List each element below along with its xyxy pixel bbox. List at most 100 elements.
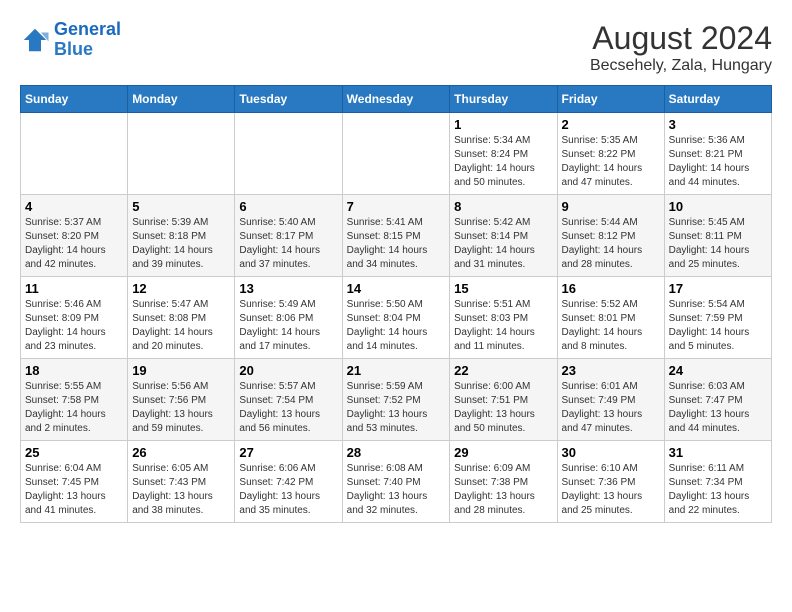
day-info: Sunrise: 6:04 AM Sunset: 7:45 PM Dayligh…	[25, 462, 123, 518]
calendar-cell: 24 Sunrise: 6:03 AM Sunset: 7:47 PM Dayli…	[664, 359, 771, 441]
calendar-cell: 31 Sunrise: 6:11 AM Sunset: 7:34 PM Dayli…	[664, 441, 771, 523]
week-row-2: 4Sunrise: 5:37 AM Sunset: 8:20 PM Daylig…	[21, 195, 772, 277]
day-info: Sunrise: 5:50 AM Sunset: 8:04 PM Dayligh…	[347, 298, 446, 354]
calendar-cell: 4Sunrise: 5:37 AM Sunset: 8:20 PM Daylig…	[21, 195, 128, 277]
calendar-subtitle: Becsehely, Zala, Hungary	[590, 57, 772, 75]
calendar-cell: 1 Sunrise: 5:34 AM Sunset: 8:24 PM Daylig…	[450, 113, 557, 195]
calendar-cell: 15 Sunrise: 5:51 AM Sunset: 8:03 PM Dayli…	[450, 277, 557, 359]
day-info: Sunrise: 5:40 AM Sunset: 8:17 PM Dayligh…	[239, 216, 337, 272]
calendar-cell: 28 Sunrise: 6:08 AM Sunset: 7:40 PM Dayli…	[342, 441, 450, 523]
calendar-cell: 18 Sunrise: 5:55 AM Sunset: 7:58 PM Dayli…	[21, 359, 128, 441]
title-section: August 2024 Becsehely, Zala, Hungary	[590, 20, 772, 75]
calendar-cell: 22 Sunrise: 6:00 AM Sunset: 7:51 PM Dayli…	[450, 359, 557, 441]
day-number: 19	[132, 363, 230, 378]
day-number: 25	[25, 445, 123, 460]
day-header-sunday: Sunday	[21, 86, 128, 113]
day-info: Sunrise: 5:36 AM Sunset: 8:21 PM Dayligh…	[669, 134, 767, 190]
week-row-4: 18 Sunrise: 5:55 AM Sunset: 7:58 PM Dayli…	[21, 359, 772, 441]
calendar-cell: 26 Sunrise: 6:05 AM Sunset: 7:43 PM Dayli…	[128, 441, 235, 523]
day-info: Sunrise: 5:35 AM Sunset: 8:22 PM Dayligh…	[562, 134, 660, 190]
day-info: Sunrise: 5:55 AM Sunset: 7:58 PM Dayligh…	[25, 380, 123, 436]
calendar-cell: 8 Sunrise: 5:42 AM Sunset: 8:14 PM Daylig…	[450, 195, 557, 277]
calendar-cell: 17 Sunrise: 5:54 AM Sunset: 7:59 PM Dayli…	[664, 277, 771, 359]
day-info: Sunrise: 5:49 AM Sunset: 8:06 PM Dayligh…	[239, 298, 337, 354]
day-info: Sunrise: 6:08 AM Sunset: 7:40 PM Dayligh…	[347, 462, 446, 518]
day-number: 27	[239, 445, 337, 460]
day-info: Sunrise: 5:54 AM Sunset: 7:59 PM Dayligh…	[669, 298, 767, 354]
logo-text: General Blue	[54, 20, 121, 60]
day-header-monday: Monday	[128, 86, 235, 113]
calendar-cell: 10Sunrise: 5:45 AM Sunset: 8:11 PM Dayli…	[664, 195, 771, 277]
calendar-cell: 27 Sunrise: 6:06 AM Sunset: 7:42 PM Dayli…	[235, 441, 342, 523]
day-info: Sunrise: 5:34 AM Sunset: 8:24 PM Dayligh…	[454, 134, 552, 190]
week-row-3: 11 Sunrise: 5:46 AM Sunset: 8:09 PM Dayli…	[21, 277, 772, 359]
day-info: Sunrise: 5:44 AM Sunset: 8:12 PM Dayligh…	[562, 216, 660, 272]
days-header-row: SundayMondayTuesdayWednesdayThursdayFrid…	[21, 86, 772, 113]
day-number: 6	[239, 199, 337, 214]
calendar-cell	[342, 113, 450, 195]
calendar-cell: 29Sunrise: 6:09 AM Sunset: 7:38 PM Dayli…	[450, 441, 557, 523]
day-number: 29	[454, 445, 552, 460]
calendar-cell	[235, 113, 342, 195]
day-info: Sunrise: 6:03 AM Sunset: 7:47 PM Dayligh…	[669, 380, 767, 436]
day-info: Sunrise: 6:06 AM Sunset: 7:42 PM Dayligh…	[239, 462, 337, 518]
day-info: Sunrise: 5:51 AM Sunset: 8:03 PM Dayligh…	[454, 298, 552, 354]
day-header-thursday: Thursday	[450, 86, 557, 113]
day-info: Sunrise: 5:42 AM Sunset: 8:14 PM Dayligh…	[454, 216, 552, 272]
day-info: Sunrise: 5:45 AM Sunset: 8:11 PM Dayligh…	[669, 216, 767, 272]
calendar-cell	[128, 113, 235, 195]
calendar-cell: 7 Sunrise: 5:41 AM Sunset: 8:15 PM Daylig…	[342, 195, 450, 277]
day-header-wednesday: Wednesday	[342, 86, 450, 113]
day-info: Sunrise: 6:11 AM Sunset: 7:34 PM Dayligh…	[669, 462, 767, 518]
day-info: Sunrise: 6:00 AM Sunset: 7:51 PM Dayligh…	[454, 380, 552, 436]
day-number: 23	[562, 363, 660, 378]
calendar-cell: 11 Sunrise: 5:46 AM Sunset: 8:09 PM Dayli…	[21, 277, 128, 359]
day-number: 5	[132, 199, 230, 214]
day-number: 7	[347, 199, 446, 214]
day-info: Sunrise: 6:05 AM Sunset: 7:43 PM Dayligh…	[132, 462, 230, 518]
day-info: Sunrise: 6:10 AM Sunset: 7:36 PM Dayligh…	[562, 462, 660, 518]
day-number: 17	[669, 281, 767, 296]
day-header-tuesday: Tuesday	[235, 86, 342, 113]
day-info: Sunrise: 6:01 AM Sunset: 7:49 PM Dayligh…	[562, 380, 660, 436]
day-info: Sunrise: 5:56 AM Sunset: 7:56 PM Dayligh…	[132, 380, 230, 436]
day-info: Sunrise: 5:52 AM Sunset: 8:01 PM Dayligh…	[562, 298, 660, 354]
day-number: 2	[562, 117, 660, 132]
day-number: 13	[239, 281, 337, 296]
calendar-cell: 2 Sunrise: 5:35 AM Sunset: 8:22 PM Daylig…	[557, 113, 664, 195]
day-number: 18	[25, 363, 123, 378]
logo: General Blue	[20, 20, 121, 60]
day-number: 28	[347, 445, 446, 460]
calendar-cell: 30 Sunrise: 6:10 AM Sunset: 7:36 PM Dayli…	[557, 441, 664, 523]
calendar-cell: 3Sunrise: 5:36 AM Sunset: 8:21 PM Daylig…	[664, 113, 771, 195]
calendar-table: SundayMondayTuesdayWednesdayThursdayFrid…	[20, 85, 772, 523]
day-info: Sunrise: 5:47 AM Sunset: 8:08 PM Dayligh…	[132, 298, 230, 354]
day-number: 1	[454, 117, 552, 132]
day-number: 20	[239, 363, 337, 378]
day-number: 15	[454, 281, 552, 296]
day-number: 12	[132, 281, 230, 296]
day-number: 22	[454, 363, 552, 378]
day-number: 30	[562, 445, 660, 460]
week-row-5: 25 Sunrise: 6:04 AM Sunset: 7:45 PM Dayli…	[21, 441, 772, 523]
calendar-cell: 13 Sunrise: 5:49 AM Sunset: 8:06 PM Dayli…	[235, 277, 342, 359]
calendar-cell: 14Sunrise: 5:50 AM Sunset: 8:04 PM Dayli…	[342, 277, 450, 359]
calendar-cell: 21 Sunrise: 5:59 AM Sunset: 7:52 PM Dayli…	[342, 359, 450, 441]
calendar-cell: 16Sunrise: 5:52 AM Sunset: 8:01 PM Dayli…	[557, 277, 664, 359]
calendar-cell: 12 Sunrise: 5:47 AM Sunset: 8:08 PM Dayli…	[128, 277, 235, 359]
day-number: 9	[562, 199, 660, 214]
calendar-cell: 5Sunrise: 5:39 AM Sunset: 8:18 PM Daylig…	[128, 195, 235, 277]
day-info: Sunrise: 5:46 AM Sunset: 8:09 PM Dayligh…	[25, 298, 123, 354]
day-number: 26	[132, 445, 230, 460]
page-header: General Blue August 2024 Becsehely, Zala…	[20, 20, 772, 75]
calendar-title: August 2024	[590, 20, 772, 57]
day-number: 31	[669, 445, 767, 460]
day-info: Sunrise: 5:37 AM Sunset: 8:20 PM Dayligh…	[25, 216, 123, 272]
day-number: 21	[347, 363, 446, 378]
day-number: 8	[454, 199, 552, 214]
day-info: Sunrise: 5:41 AM Sunset: 8:15 PM Dayligh…	[347, 216, 446, 272]
day-number: 11	[25, 281, 123, 296]
day-header-friday: Friday	[557, 86, 664, 113]
day-info: Sunrise: 5:59 AM Sunset: 7:52 PM Dayligh…	[347, 380, 446, 436]
day-number: 24	[669, 363, 767, 378]
